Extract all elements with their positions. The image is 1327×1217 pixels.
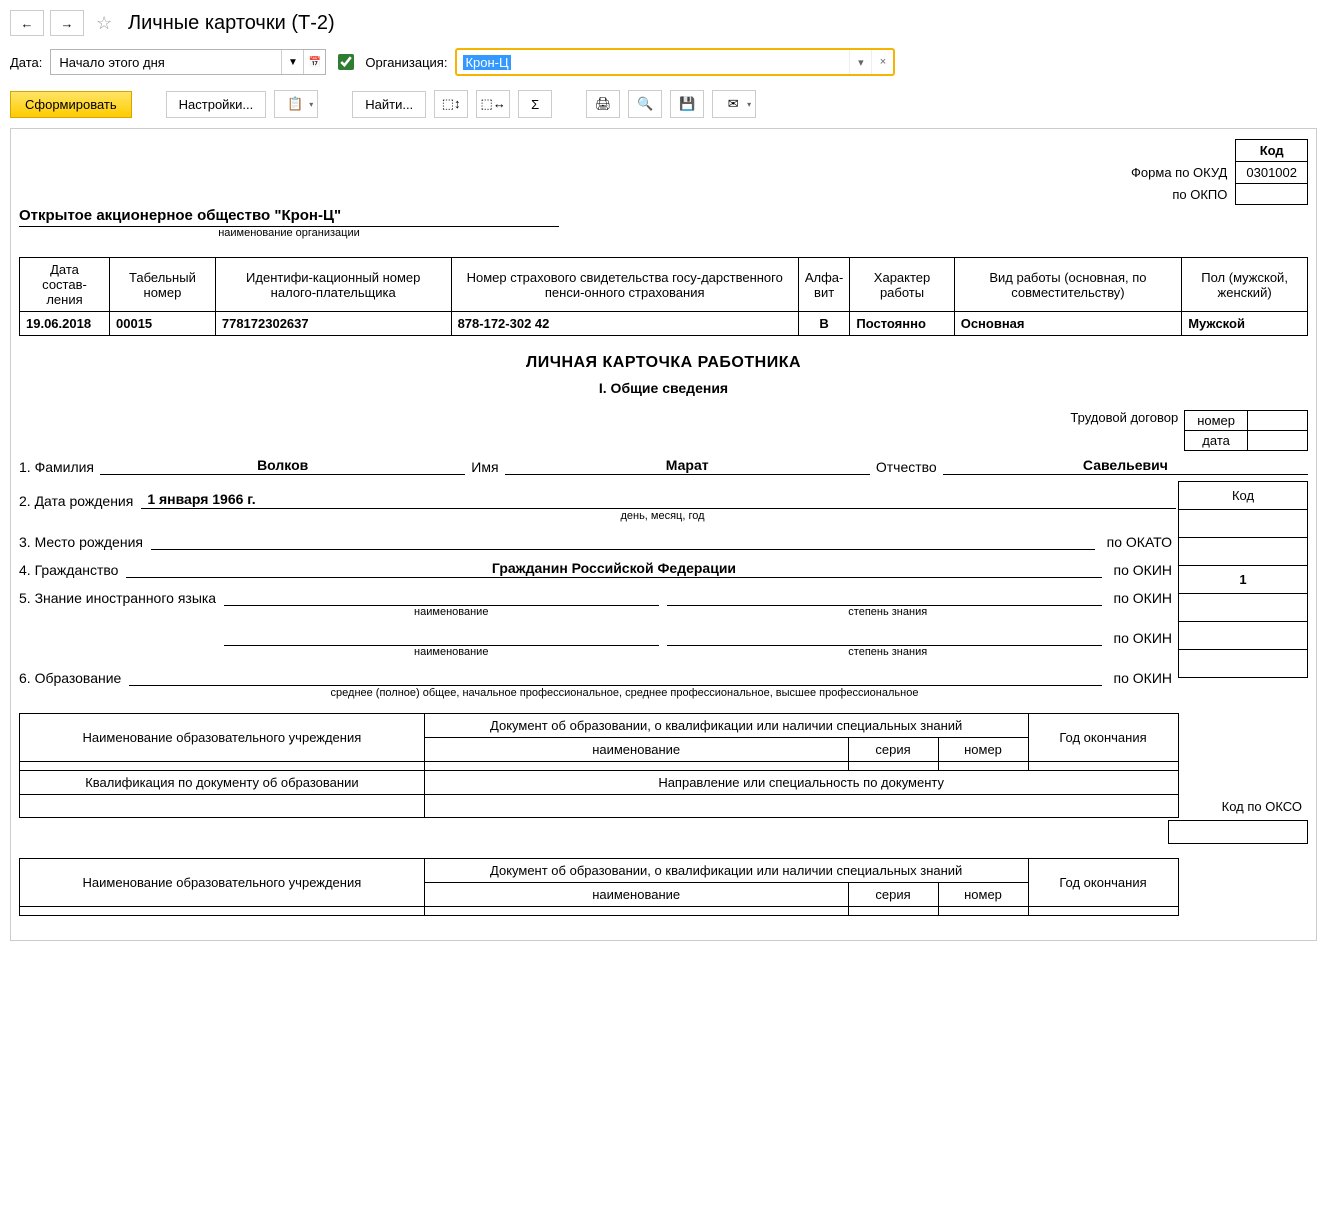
education-table-2: Наименование образовательного учреждения… <box>19 858 1308 916</box>
codes-table: Код 1 <box>1178 481 1308 678</box>
variants-button[interactable]: 📋▾ <box>274 90 318 118</box>
okud-label: Форма по ОКУД <box>1121 162 1236 184</box>
doc-title: ЛИЧНАЯ КАРТОЧКА РАБОТНИКА <box>19 354 1308 372</box>
print-button[interactable]: 🖨 <box>586 90 620 118</box>
chevron-down-icon[interactable]: ▼ <box>281 50 303 74</box>
field-birthplace <box>151 532 1095 550</box>
calendar-icon[interactable]: 📅 <box>303 50 325 74</box>
main-table: Дата состав-ления Табельный номер Иденти… <box>19 257 1308 336</box>
back-button[interactable]: ← <box>10 10 44 36</box>
education-table-1: Наименование образовательного учреждения… <box>19 713 1308 818</box>
contract-label: Трудовой договор <box>1070 410 1178 425</box>
okud-value: 0301002 <box>1236 162 1308 184</box>
date-label: Дата: <box>10 55 42 70</box>
save-button[interactable]: 💾 <box>670 90 704 118</box>
okpo-label: по ОКПО <box>1121 184 1236 205</box>
expand-button[interactable]: ⬚↕ <box>434 90 468 118</box>
okpo-value <box>1236 184 1308 205</box>
settings-button[interactable]: Настройки... <box>166 91 267 118</box>
label-lastname: 1. Фамилия <box>19 459 94 475</box>
org-select[interactable]: Крон-Ц ▾ × <box>455 48 895 76</box>
field-birthdate: 1 января 1966 г. <box>141 491 1176 509</box>
label-education: 6. Образование <box>19 670 121 686</box>
chevron-down-icon[interactable]: ▾ <box>849 50 871 74</box>
label-language: 5. Знание иностранного языка <box>19 590 216 606</box>
label-birthdate: 2. Дата рождения <box>19 493 133 509</box>
section1-title: I. Общие сведения <box>19 380 1308 396</box>
favorite-icon[interactable]: ☆ <box>90 10 116 36</box>
org-name: Открытое акционерное общество "Крон-Ц" <box>19 207 1308 224</box>
field-lastname: Волков <box>100 457 465 475</box>
sum-button[interactable]: Σ <box>518 90 552 118</box>
label-citizenship: 4. Гражданство <box>19 562 118 578</box>
org-value: Крон-Ц <box>463 55 510 70</box>
code-table: Код Форма по ОКУД 0301002 по ОКПО <box>1121 139 1308 205</box>
label-patronymic: Отчество <box>876 459 937 475</box>
label-birthplace: 3. Место рождения <box>19 534 143 550</box>
field-education <box>129 668 1101 686</box>
field-citizenship: Гражданин Российской Федерации <box>126 560 1101 578</box>
field-patronymic: Савельевич <box>943 457 1308 475</box>
clear-icon[interactable]: × <box>871 50 893 74</box>
date-value: Начало этого дня <box>51 50 281 74</box>
collapse-button[interactable]: ⬚↔ <box>476 90 510 118</box>
find-button[interactable]: Найти... <box>352 91 426 118</box>
field-firstname: Марат <box>505 457 870 475</box>
preview-button[interactable]: 🔍 <box>628 90 662 118</box>
field-language-name <box>224 588 659 606</box>
mail-button[interactable]: ✉▾ <box>712 90 756 118</box>
page-title: Личные карточки (Т-2) <box>128 12 335 35</box>
field-language-level <box>667 588 1102 606</box>
date-select[interactable]: Начало этого дня ▼ 📅 <box>50 49 326 75</box>
contract-table: номер дата <box>1184 410 1308 451</box>
okso-code-box <box>1168 820 1308 844</box>
org-checkbox[interactable] <box>338 54 354 70</box>
label-firstname: Имя <box>471 459 498 475</box>
generate-button[interactable]: Сформировать <box>10 91 132 118</box>
org-caption: наименование организации <box>19 226 559 239</box>
forward-button[interactable]: → <box>50 10 84 36</box>
org-label: Организация: <box>365 55 447 70</box>
code-header: Код <box>1236 140 1308 162</box>
